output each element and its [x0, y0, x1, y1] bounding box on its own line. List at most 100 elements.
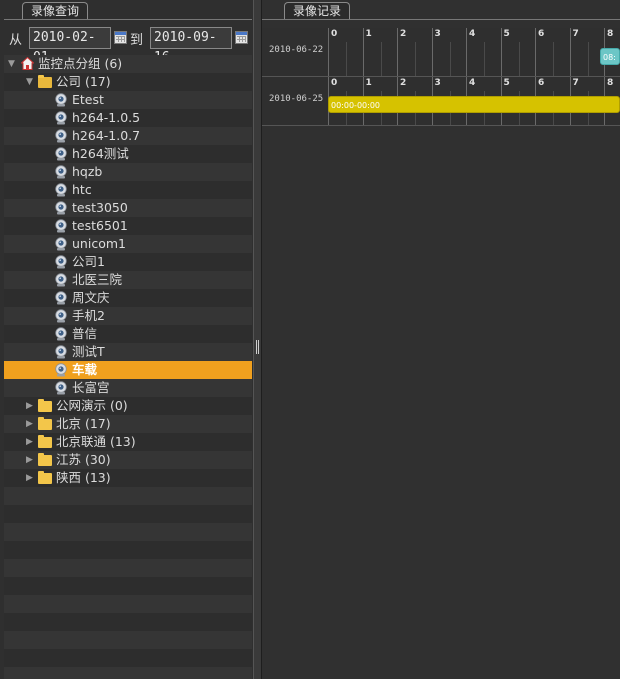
tree-camera-item[interactable]: h264-1.0.7 — [4, 127, 252, 145]
tree-camera-item[interactable]: test6501 — [4, 217, 252, 235]
tree-camera-item[interactable]: 周文庆 — [4, 289, 252, 307]
expand-arrow-icon[interactable]: ▶ — [26, 469, 33, 487]
folder-icon — [38, 453, 52, 466]
camera-icon — [55, 129, 67, 143]
tree-camera-item[interactable]: hqzb — [4, 163, 252, 181]
tree-group-item[interactable]: ▶ 公网演示 (0) — [4, 397, 252, 415]
tree-camera-label: h264测试 — [72, 146, 129, 161]
camera-icon — [55, 363, 67, 377]
hour-ruler: 0 1 2 3 4 5 6 7 8 — [328, 28, 620, 76]
tree-camera-label: 公司1 — [72, 254, 105, 269]
camera-icon — [55, 381, 67, 395]
tree-camera-item[interactable]: test3050 — [4, 199, 252, 217]
tree-camera-item[interactable]: 公司1 — [4, 253, 252, 271]
calendar-icon[interactable] — [114, 31, 127, 44]
start-date-field[interactable]: 2010-02-01 — [29, 27, 111, 65]
camera-icon — [55, 147, 67, 161]
tree-group-label: 陕西 (13) — [56, 470, 111, 485]
camera-icon — [55, 309, 67, 323]
tree-camera-item[interactable]: h264测试 — [4, 145, 252, 163]
folder-icon — [38, 399, 52, 412]
tab-underline — [4, 19, 252, 20]
hour-tick: 0 — [328, 28, 363, 76]
tree-empty-area — [4, 487, 252, 679]
hour-label: 6 — [538, 78, 545, 88]
tree-group-label: 北京 (17) — [56, 416, 111, 431]
from-label: 从 — [9, 33, 23, 48]
half-hour-tick — [449, 42, 451, 76]
half-hour-tick — [484, 42, 485, 76]
recording-segment[interactable]: 08: — [600, 48, 620, 65]
timeline-date: 2010-06-22 — [269, 45, 324, 55]
folder-icon — [38, 417, 52, 430]
expand-arrow-icon[interactable]: ▶ — [26, 451, 33, 469]
tree-camera-label: 手机2 — [72, 308, 105, 323]
hour-label: 6 — [538, 29, 545, 39]
calendar-icon[interactable] — [235, 31, 248, 44]
tree-camera-item[interactable]: unicom1 — [4, 235, 252, 253]
tree-camera-item[interactable]: htc — [4, 181, 252, 199]
hour-tick: 4 — [466, 28, 501, 76]
expand-arrow-icon[interactable]: ▶ — [26, 397, 33, 415]
tree-camera-label: 测试T — [72, 344, 105, 359]
hour-label: 5 — [503, 78, 510, 88]
hour-label: 7 — [572, 29, 579, 39]
tree-group-label: 江苏 (30) — [56, 452, 111, 467]
collapse-arrow-icon[interactable]: ▼ — [8, 55, 15, 73]
tree-camera-item[interactable]: h264-1.0.5 — [4, 109, 252, 127]
tree-camera-item[interactable]: 测试T — [4, 343, 252, 361]
tree-camera-label: 北医三院 — [72, 272, 123, 287]
panel-splitter[interactable] — [253, 0, 262, 679]
hour-label: 0 — [331, 78, 338, 88]
home-icon — [21, 57, 34, 70]
camera-tree: ▼ 监控点分组 (6) ▼ 公司 (17) Etest h264-1.0.5 h26… — [4, 55, 252, 487]
tree-camera-label: Etest — [72, 92, 104, 107]
expand-arrow-icon[interactable]: ▶ — [26, 415, 33, 433]
camera-icon — [55, 255, 67, 269]
tree-group-label: 公网演示 (0) — [56, 398, 128, 413]
half-hour-tick — [380, 42, 382, 76]
hour-tick: 6 — [535, 28, 570, 76]
tree-camera-label: unicom1 — [72, 236, 126, 251]
recording-segment[interactable]: 00:00-00:00 — [328, 96, 620, 113]
tab-underline — [262, 19, 620, 20]
hour-label: 3 — [434, 29, 441, 39]
expand-arrow-icon[interactable]: ▶ — [26, 433, 33, 451]
tree-camera-item[interactable]: 北医三院 — [4, 271, 252, 289]
timeline-row: 2010-06-22 0 1 2 3 4 5 6 7 8 08: — [262, 28, 620, 77]
folder-icon — [38, 435, 52, 448]
hour-tick: 2 — [397, 28, 432, 76]
tree-camera-item[interactable]: 车载 — [4, 361, 252, 379]
tab-record-query[interactable]: 录像查询 — [22, 2, 89, 20]
open-folder-icon — [38, 75, 52, 88]
tree-camera-item[interactable]: 长富宫 — [4, 379, 252, 397]
hour-label: 8 — [607, 29, 614, 39]
half-hour-tick — [518, 42, 520, 76]
tree-group-item[interactable]: ▶ 北京 (17) — [4, 415, 252, 433]
tree-camera-item[interactable]: 手机2 — [4, 307, 252, 325]
tree-group-label: 北京联通 (13) — [56, 434, 136, 449]
splitter-grip-icon[interactable] — [256, 340, 260, 354]
hour-tick: 5 — [500, 28, 536, 76]
tree-group-item[interactable]: ▶ 陕西 (13) — [4, 469, 252, 487]
tree-camera-label: 周文庆 — [72, 290, 110, 305]
tree-group-item[interactable]: ▶ 江苏 (30) — [4, 451, 252, 469]
tree-camera-item[interactable]: Etest — [4, 91, 252, 109]
hour-tick: 3 — [431, 28, 467, 76]
camera-icon — [55, 165, 67, 179]
camera-icon — [55, 201, 67, 215]
tree-camera-label: test6501 — [72, 218, 128, 233]
half-hour-tick — [346, 42, 347, 76]
end-date-field[interactable]: 2010-09-16 — [150, 27, 232, 65]
tree-group-item[interactable]: ▶ 北京联通 (13) — [4, 433, 252, 451]
tree-camera-label: hqzb — [72, 164, 103, 179]
tree-group-company[interactable]: ▼ 公司 (17) — [4, 73, 252, 91]
tree-camera-item[interactable]: 普信 — [4, 325, 252, 343]
hour-label: 2 — [400, 29, 407, 39]
tree-root[interactable]: ▼ 监控点分组 (6) — [4, 55, 252, 73]
timeline-date: 2010-06-25 — [269, 94, 324, 104]
collapse-arrow-icon[interactable]: ▼ — [26, 73, 33, 91]
camera-icon — [55, 327, 67, 341]
camera-icon — [55, 291, 67, 305]
tab-record-list[interactable]: 录像记录 — [284, 2, 351, 20]
